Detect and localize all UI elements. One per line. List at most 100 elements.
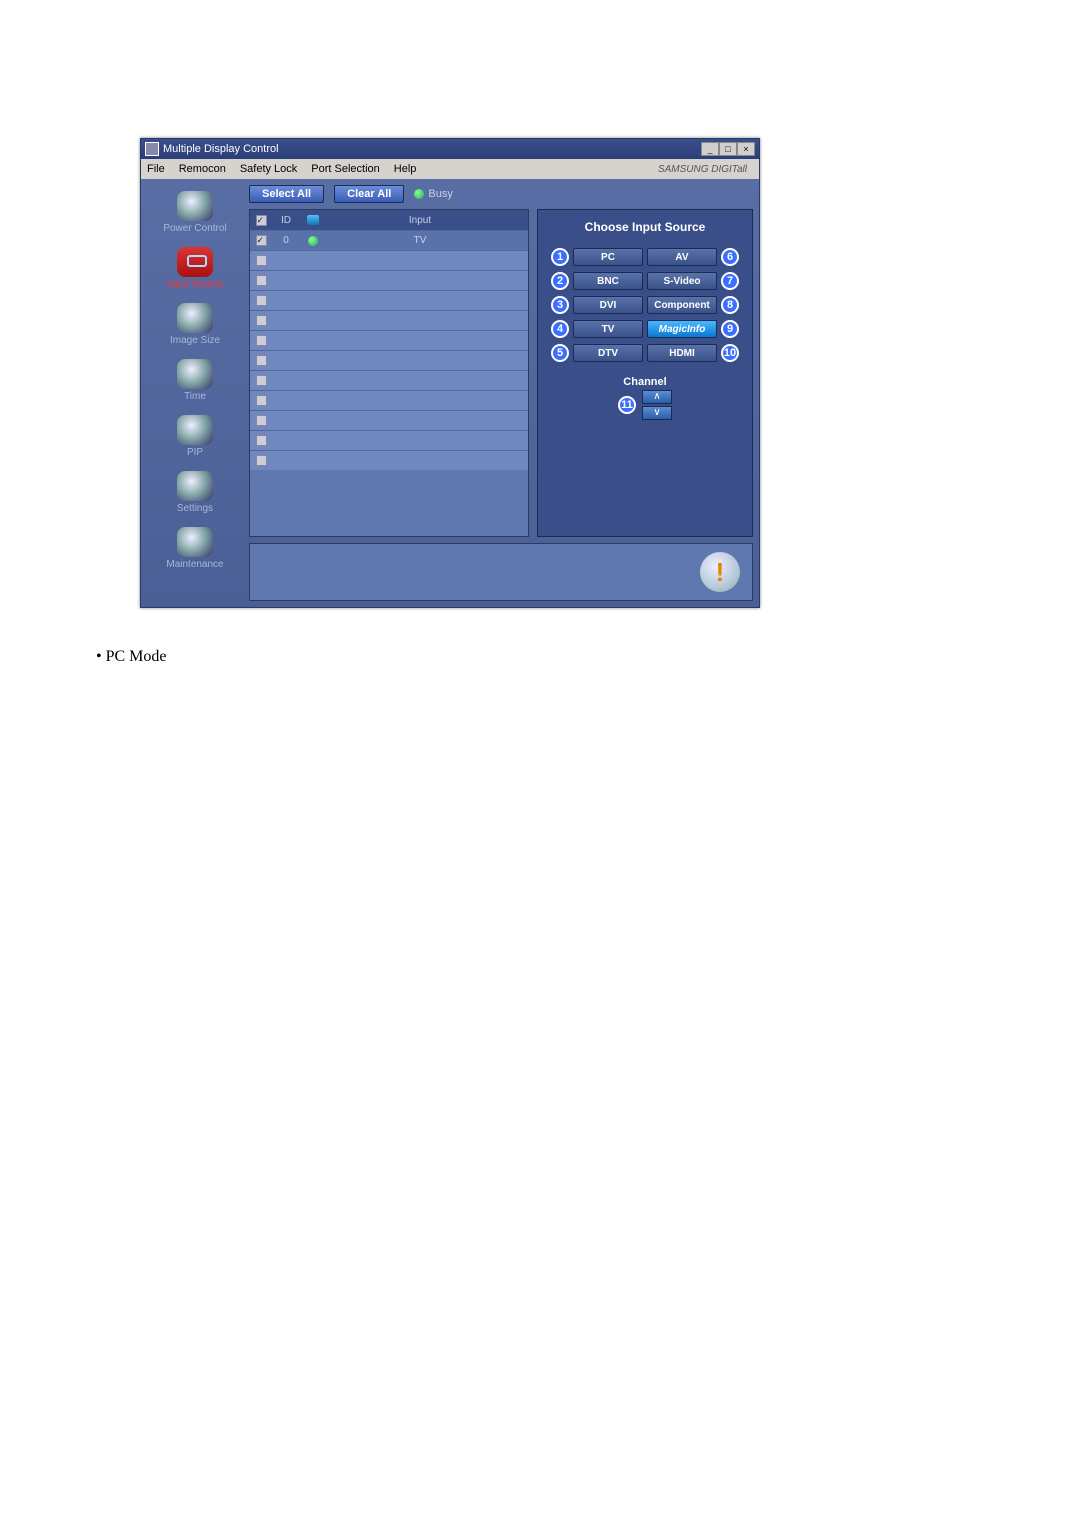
row-checkbox[interactable] [256,295,267,306]
menubar: File Remocon Safety Lock Port Selection … [141,159,759,179]
channel-down-button[interactable]: ∨ [642,406,672,420]
sidebar-item-power-control[interactable]: Power Control [147,185,243,239]
channel-block: Channel 11 ∧ ∨ [546,376,744,420]
table-row[interactable] [250,450,528,470]
sidebar-item-maintenance[interactable]: Maintenance [147,521,243,575]
sidebar-item-time[interactable]: Time [147,353,243,407]
header-checkbox[interactable] [256,215,267,226]
busy-indicator: Busy [414,188,452,200]
sidebar-item-label: Input Source [167,279,224,290]
row-checkbox[interactable] [256,455,267,466]
table-row[interactable] [250,250,528,270]
row-checkbox[interactable] [256,395,267,406]
table-row[interactable] [250,390,528,410]
source-button-dvi[interactable]: DVI [573,296,643,314]
source-button-pc[interactable]: PC [573,248,643,266]
table-row[interactable]: 0TV [250,230,528,250]
source-button-s-video[interactable]: S-Video [647,272,717,290]
menu-file[interactable]: File [147,163,165,175]
time-icon [177,359,213,389]
source-button-magicinfo[interactable]: MagicInfo [647,320,717,338]
app-window: Multiple Display Control _ □ × File Remo… [140,138,760,608]
brand-label: SAMSUNG DIGITall [658,164,753,175]
menu-safety-lock[interactable]: Safety Lock [240,163,297,175]
sidebar-item-input-source[interactable]: Input Source [147,241,243,295]
menu-port-selection[interactable]: Port Selection [311,163,379,175]
busy-label: Busy [428,188,452,200]
callout-5: 5 [551,344,569,362]
callout-10: 10 [721,344,739,362]
close-button[interactable]: × [737,142,755,156]
callout-2: 2 [551,272,569,290]
select-all-button[interactable]: Select All [249,185,324,203]
image-size-icon [177,303,213,333]
channel-label: Channel [623,376,666,388]
sidebar-item-label: Image Size [170,335,220,346]
callout-9: 9 [721,320,739,338]
row-checkbox[interactable] [256,315,267,326]
row-checkbox[interactable] [256,275,267,286]
row-checkbox[interactable] [256,335,267,346]
grid-header: ID Input [250,210,528,230]
menu-help[interactable]: Help [394,163,417,175]
panel-title: Choose Input Source [546,220,744,234]
callout-3: 3 [551,296,569,314]
header-id: ID [272,215,300,226]
source-button-tv[interactable]: TV [573,320,643,338]
sidebar-item-pip[interactable]: PIP [147,409,243,463]
alert-icon: ! [700,552,740,592]
table-row[interactable] [250,310,528,330]
table-row[interactable] [250,330,528,350]
window-controls: _ □ × [701,142,755,156]
channel-up-button[interactable]: ∧ [642,390,672,404]
table-row[interactable] [250,270,528,290]
doc-bullet-pc-mode: • PC Mode [96,648,167,666]
source-button-bnc[interactable]: BNC [573,272,643,290]
source-button-dtv[interactable]: DTV [573,344,643,362]
sidebar-item-label: PIP [187,447,203,458]
window-title: Multiple Display Control [163,143,701,155]
display-grid: ID Input 0TV [249,209,529,537]
table-row[interactable] [250,290,528,310]
row-checkbox[interactable] [256,435,267,446]
row-checkbox[interactable] [256,415,267,426]
pip-icon [177,415,213,445]
table-row[interactable] [250,410,528,430]
app-body: Power Control Input Source Image Size Ti… [141,179,759,607]
row-input: TV [326,235,514,246]
minimize-button[interactable]: _ [701,142,719,156]
titlebar[interactable]: Multiple Display Control _ □ × [141,139,759,159]
header-input: Input [326,215,514,226]
row-checkbox[interactable] [256,255,267,266]
callout-7: 7 [721,272,739,290]
sidebar-item-label: Time [184,391,206,402]
clear-all-button[interactable]: Clear All [334,185,404,203]
input-source-icon [177,247,213,277]
source-grid: 1PCAV62BNCS-Video73DVIComponent84TVMagic… [546,248,744,362]
callout-4: 4 [551,320,569,338]
source-button-hdmi[interactable]: HDMI [647,344,717,362]
table-row[interactable] [250,350,528,370]
sidebar-item-settings[interactable]: Settings [147,465,243,519]
maximize-button[interactable]: □ [719,142,737,156]
settings-icon [177,471,213,501]
app-icon [145,142,159,156]
callout-8: 8 [721,296,739,314]
input-source-panel: Choose Input Source 1PCAV62BNCS-Video73D… [537,209,753,537]
power-icon [177,191,213,221]
row-checkbox[interactable] [256,375,267,386]
source-button-component[interactable]: Component [647,296,717,314]
header-status-icon [307,215,319,225]
sidebar-item-label: Settings [177,503,213,514]
source-button-av[interactable]: AV [647,248,717,266]
table-row[interactable] [250,370,528,390]
status-on-icon [308,236,318,246]
row-checkbox[interactable] [256,235,267,246]
row-checkbox[interactable] [256,355,267,366]
callout-11: 11 [618,396,636,414]
callout-1: 1 [551,248,569,266]
toolbar: Select All Clear All Busy [249,185,753,203]
sidebar-item-image-size[interactable]: Image Size [147,297,243,351]
table-row[interactable] [250,430,528,450]
menu-remocon[interactable]: Remocon [179,163,226,175]
